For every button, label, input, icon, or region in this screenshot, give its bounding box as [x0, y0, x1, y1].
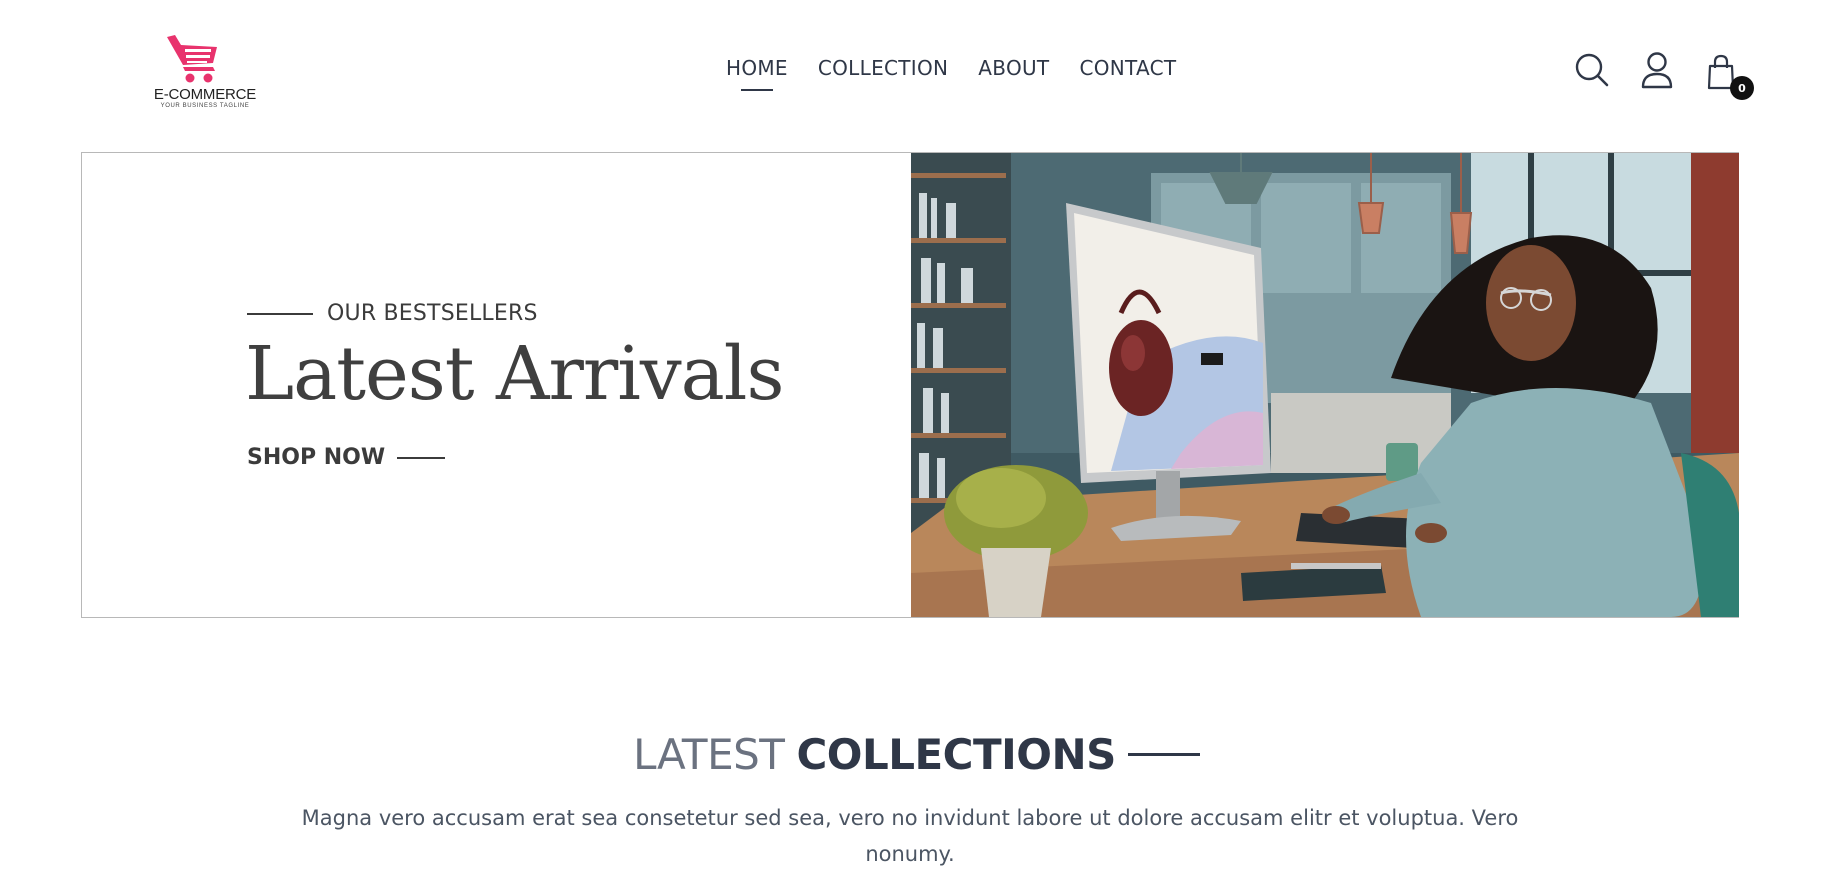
logo-tagline: YOUR BUSINESS TAGLINE [160, 103, 250, 109]
collections-description: Magna vero accusam erat sea consetetur s… [301, 806, 1519, 866]
shop-now-button[interactable]: SHOP NOW [247, 445, 446, 470]
hero-banner: OUR BESTSELLERS Latest Arrivals SHOP NOW [81, 152, 1739, 618]
shopping-bag-icon[interactable]: 0 [1706, 54, 1754, 100]
site-header: E-COMMERCE YOUR BUSINESS TAGLINE HOME CO… [0, 0, 1825, 140]
collections-heading-light: LATEST [633, 730, 785, 779]
hero-title: Latest Arrivals [245, 331, 784, 417]
eyebrow-divider [247, 312, 313, 315]
cart-count-badge: 0 [1730, 76, 1754, 100]
user-icon[interactable] [1640, 52, 1674, 90]
logo-title: E-COMMERCE [153, 86, 257, 103]
collections-heading-bold: COLLECTIONS [796, 730, 1116, 779]
nav-home[interactable]: HOME [726, 56, 788, 91]
search-icon[interactable] [1574, 52, 1610, 88]
nav-about[interactable]: ABOUT [978, 56, 1049, 80]
shop-now-label: SHOP NOW [247, 445, 386, 470]
logo[interactable]: E-COMMERCE YOUR BUSINESS TAGLINE [150, 28, 260, 113]
collections-heading-divider [1127, 753, 1200, 756]
nav-collection[interactable]: COLLECTION [818, 56, 948, 80]
shop-now-divider [397, 456, 446, 459]
collections-heading: LATEST COLLECTIONS [0, 730, 1825, 779]
main-nav: HOME COLLECTION ABOUT CONTACT [726, 56, 1206, 91]
hero-text-panel: OUR BESTSELLERS Latest Arrivals SHOP NOW [82, 153, 912, 617]
hero-image [911, 153, 1739, 617]
shopping-cart-logo-icon [167, 35, 217, 83]
hero-eyebrow: OUR BESTSELLERS [247, 301, 538, 326]
nav-contact[interactable]: CONTACT [1079, 56, 1176, 80]
hero-eyebrow-text: OUR BESTSELLERS [327, 301, 538, 326]
